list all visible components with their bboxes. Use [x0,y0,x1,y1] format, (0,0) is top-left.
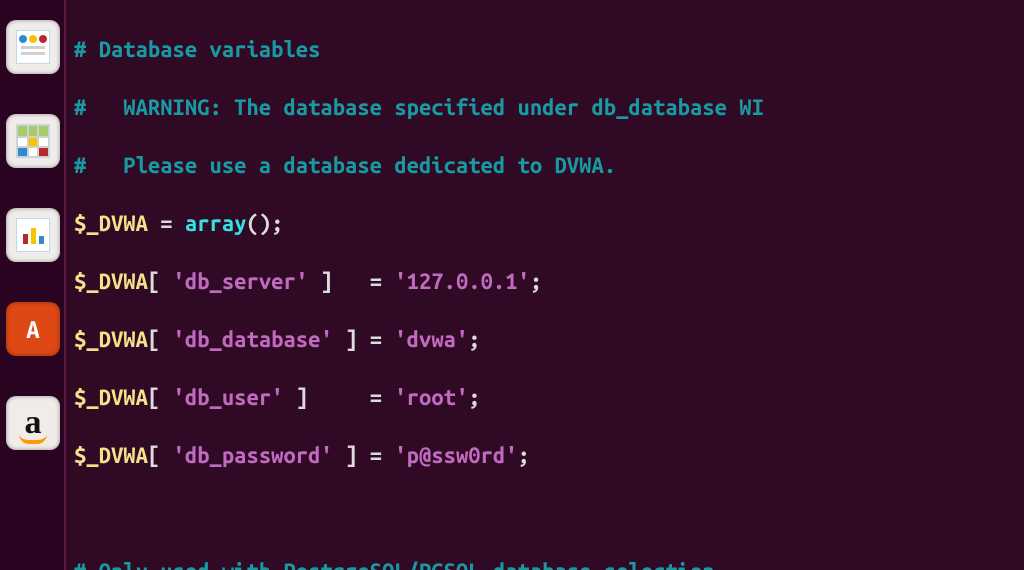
libreoffice-writer-launcher[interactable] [0,0,66,94]
ubuntu-software-icon: A [6,302,60,356]
amazon-launcher[interactable]: a [0,376,66,470]
code-line: $_DVWA[ 'db_user' ] = 'root'; [74,383,1020,412]
libreoffice-impress-launcher[interactable] [0,188,66,282]
code-line: $_DVWA[ 'db_server' ] = '127.0.0.1'; [74,267,1020,296]
libreoffice-calc-icon [6,114,60,168]
code-line: # Database variables [74,35,1020,64]
code-line: # Only used with PostgreSQL/PGSQL databa… [74,557,1020,570]
ubuntu-software-launcher[interactable]: A [0,282,66,376]
code-line: $_DVWA = array(); [74,209,1020,238]
libreoffice-calc-launcher[interactable] [0,94,66,188]
libreoffice-writer-icon [6,20,60,74]
amazon-icon: a [6,396,60,450]
code-line: $_DVWA[ 'db_database' ] = 'dvwa'; [74,325,1020,354]
launcher-sidebar: A a [0,0,66,570]
terminal-editor[interactable]: # Database variables # WARNING: The data… [66,0,1024,570]
code-line: $_DVWA[ 'db_password' ] = 'p@ssw0rd'; [74,441,1020,470]
code-line [74,499,1020,528]
libreoffice-impress-icon [6,208,60,262]
code-line: # Please use a database dedicated to DVW… [74,151,1020,180]
code-line: # WARNING: The database specified under … [74,93,1020,122]
